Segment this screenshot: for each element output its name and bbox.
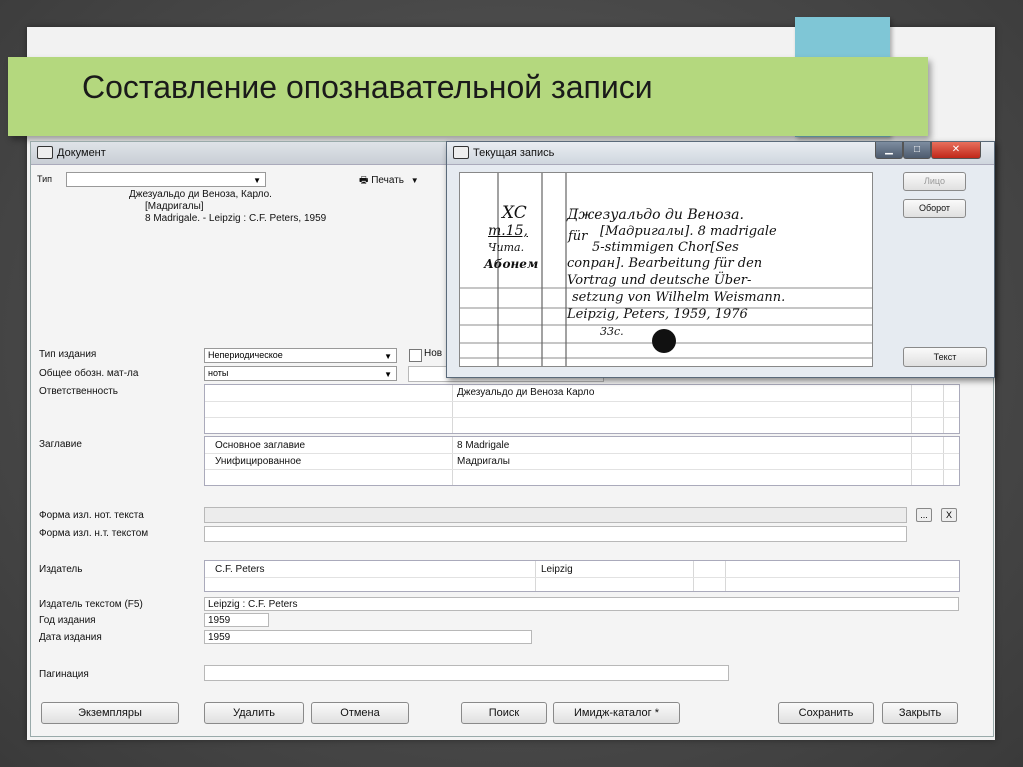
card-text: Vortrag und deutsche Über- bbox=[567, 273, 752, 288]
card-text: setzung von Wilhelm Weismann. bbox=[572, 290, 786, 305]
card-text: [Мадригалы]. 8 madrigale bbox=[600, 224, 777, 239]
print-button[interactable]: 🖶 Печать ▼ bbox=[359, 173, 419, 190]
clear-button[interactable]: X bbox=[941, 508, 957, 522]
material-label: Общее обозн. мат-ла bbox=[39, 368, 139, 379]
date-field[interactable]: 1959 bbox=[204, 630, 532, 644]
print-label: Печать bbox=[371, 175, 404, 186]
current-record-window: Текущая запись ▁ □ ✕ XC m.15, Чита. Абон… bbox=[446, 141, 995, 378]
title-label: Заглавие bbox=[39, 439, 82, 450]
ellipsis-button[interactable]: ... bbox=[916, 508, 932, 522]
title-row-kind: Основное заглавие bbox=[215, 440, 306, 451]
form-text-field[interactable] bbox=[204, 526, 907, 542]
new-checkbox-label: Нов bbox=[424, 348, 443, 359]
card-text: m.15, bbox=[488, 223, 528, 239]
slide-title: Составление опознавательной записи bbox=[82, 69, 653, 105]
publisher-label: Издатель bbox=[39, 564, 83, 575]
catalog-card-image: XC m.15, Чита. Абонем für Джезуальдо ди … bbox=[459, 172, 873, 367]
card-text: сопран]. Bearbeitung für den bbox=[567, 256, 763, 271]
current-record-title: Текущая запись bbox=[473, 147, 555, 159]
book-icon bbox=[37, 145, 53, 159]
printer-icon: 🖶 bbox=[359, 175, 369, 186]
type-select[interactable]: ▼ bbox=[66, 172, 266, 187]
responsibility-table[interactable]: Джезуальдо ди Веноза Карло bbox=[204, 384, 960, 434]
title-row-value: Мадригалы bbox=[457, 456, 510, 467]
document-title: Документ bbox=[57, 147, 106, 159]
card-text: Абонем bbox=[484, 257, 539, 271]
responsibility-label: Ответственность bbox=[39, 386, 118, 397]
publisher-place: Leipzig bbox=[541, 564, 573, 575]
preview-line-3: 8 Madrigale. - Leipzig : C.F. Peters, 19… bbox=[145, 213, 327, 224]
cancel-button[interactable]: Отмена bbox=[311, 702, 409, 724]
publisher-text-field[interactable]: Leipzig : C.F. Peters bbox=[204, 597, 959, 611]
book-icon bbox=[453, 145, 469, 159]
image-catalog-button[interactable]: Имидж-каталог * bbox=[553, 702, 680, 724]
year-label: Год издания bbox=[39, 615, 96, 626]
chevron-down-icon: ▼ bbox=[384, 370, 392, 379]
text-button[interactable]: Текст bbox=[903, 347, 987, 367]
maximize-button[interactable]: □ bbox=[903, 142, 931, 159]
publisher-text-label: Издатель текстом (F5) bbox=[39, 599, 143, 610]
new-checkbox[interactable] bbox=[409, 349, 422, 362]
save-button[interactable]: Сохранить bbox=[778, 702, 874, 724]
edition-type-select[interactable]: Непериодическое ▼ bbox=[204, 348, 397, 363]
pagination-field[interactable] bbox=[204, 665, 729, 681]
preview-line-2: [Мадригалы] bbox=[145, 201, 204, 212]
responsibility-value: Джезуальдо ди Веноза Карло bbox=[457, 387, 595, 398]
card-text: Джезуальдо ди Веноза. bbox=[567, 207, 744, 223]
form-notes-field[interactable] bbox=[204, 507, 907, 523]
window-close-button[interactable]: ✕ bbox=[931, 142, 981, 159]
material-value: ноты bbox=[208, 368, 229, 378]
card-text: 5-stimmigen Chor[Ses bbox=[592, 240, 739, 255]
title-band: Составление опознавательной записи bbox=[8, 57, 928, 136]
back-side-button[interactable]: Оборот bbox=[903, 199, 966, 218]
card-text: Чита. bbox=[488, 241, 525, 254]
search-button[interactable]: Поиск bbox=[461, 702, 547, 724]
chevron-down-icon: ▼ bbox=[410, 176, 419, 185]
title-table[interactable]: Основное заглавие 8 Madrigale Унифициров… bbox=[204, 436, 960, 486]
publisher-name: C.F. Peters bbox=[215, 564, 265, 575]
minimize-button[interactable]: ▁ bbox=[875, 142, 903, 159]
delete-button[interactable]: Удалить bbox=[204, 702, 304, 724]
edition-type-value: Непериодическое bbox=[208, 350, 283, 360]
publisher-table[interactable]: C.F. Peters Leipzig bbox=[204, 560, 960, 592]
material-select[interactable]: ноты ▼ bbox=[204, 366, 397, 381]
copies-button[interactable]: Экземпляры bbox=[41, 702, 179, 724]
card-text: XC bbox=[502, 203, 527, 223]
date-label: Дата издания bbox=[39, 632, 102, 643]
close-button[interactable]: Закрыть bbox=[882, 702, 958, 724]
card-text: für bbox=[568, 229, 588, 244]
preview-line-1: Джезуальдо ди Веноза, Карло. bbox=[129, 189, 272, 200]
card-text: 33с. bbox=[600, 325, 624, 338]
title-row-kind: Унифицированное bbox=[215, 456, 302, 467]
form-notes-label: Форма изл. нот. текста bbox=[39, 510, 144, 521]
type-label: Тип bbox=[37, 174, 53, 184]
chevron-down-icon: ▼ bbox=[384, 352, 392, 361]
year-field[interactable]: 1959 bbox=[204, 613, 269, 627]
pagination-label: Пагинация bbox=[39, 669, 89, 680]
chevron-down-icon: ▼ bbox=[253, 176, 261, 185]
form-text-label: Форма изл. н.т. текстом bbox=[39, 528, 149, 539]
title-row-value: 8 Madrigale bbox=[457, 440, 510, 451]
front-side-button[interactable]: Лицо bbox=[903, 172, 966, 191]
edition-type-label: Тип издания bbox=[39, 349, 97, 360]
card-text: Leipzig, Peters, 1959, 1976 bbox=[567, 307, 748, 322]
